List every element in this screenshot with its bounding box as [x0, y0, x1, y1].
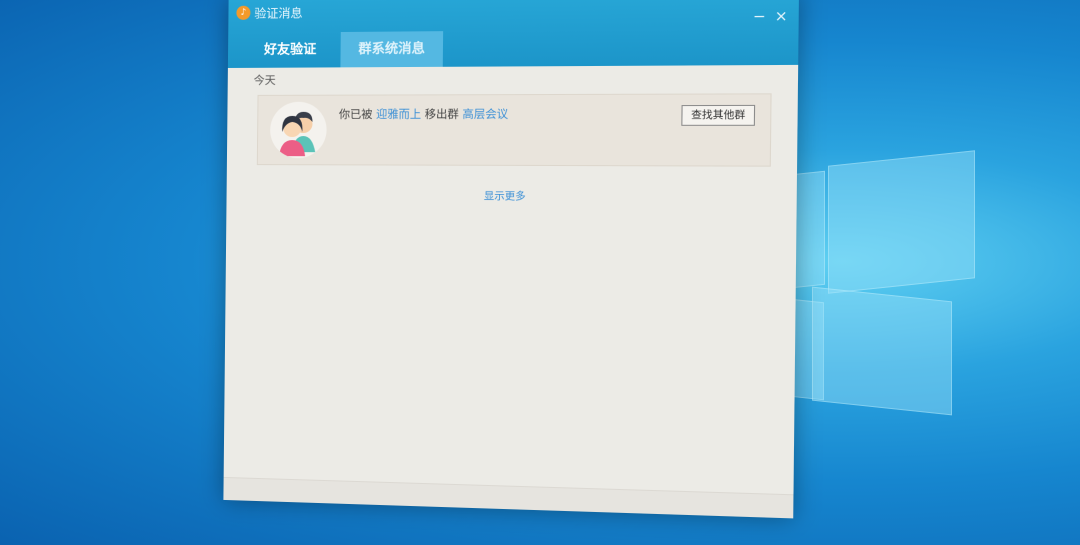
tab-friend-verification[interactable]: 好友验证 — [240, 32, 341, 68]
windows-logo-pane — [812, 286, 952, 416]
message-middle: 移出群 — [421, 107, 463, 121]
notification-card: 你已被 迎雅而上 移出群 高层会议 查找其他群 — [256, 93, 772, 167]
verification-message-window: ♪ 验证消息 − × 好友验证 群系统消息 今天 你已被 迎雅而上 移出群 高层… — [223, 0, 799, 519]
close-icon[interactable]: × — [772, 8, 790, 25]
desktop: ♪ 验证消息 − × 好友验证 群系统消息 今天 你已被 迎雅而上 移出群 高层… — [0, 0, 1080, 545]
actor-link[interactable]: 迎雅而上 — [376, 108, 421, 121]
notification-message: 你已被 迎雅而上 移出群 高层会议 — [339, 105, 508, 122]
minimize-icon[interactable]: − — [751, 8, 769, 26]
group-avatar-icon — [269, 101, 327, 159]
find-other-groups-button[interactable]: 查找其他群 — [681, 104, 756, 126]
show-more-link[interactable]: 显示更多 — [227, 186, 797, 205]
title-bar[interactable]: ♪ 验证消息 − × 好友验证 群系统消息 — [227, 0, 799, 68]
app-logo-icon: ♪ — [236, 5, 251, 20]
tab-bar: 好友验证 群系统消息 — [240, 31, 444, 68]
tab-group-system-messages[interactable]: 群系统消息 — [340, 31, 444, 68]
windows-logo-pane — [828, 150, 975, 294]
group-link[interactable]: 高层会议 — [462, 107, 508, 120]
message-prefix: 你已被 — [338, 107, 377, 121]
section-label-today: 今天 — [253, 73, 276, 87]
window-footer — [223, 476, 794, 519]
window-title: 验证消息 — [254, 6, 303, 21]
